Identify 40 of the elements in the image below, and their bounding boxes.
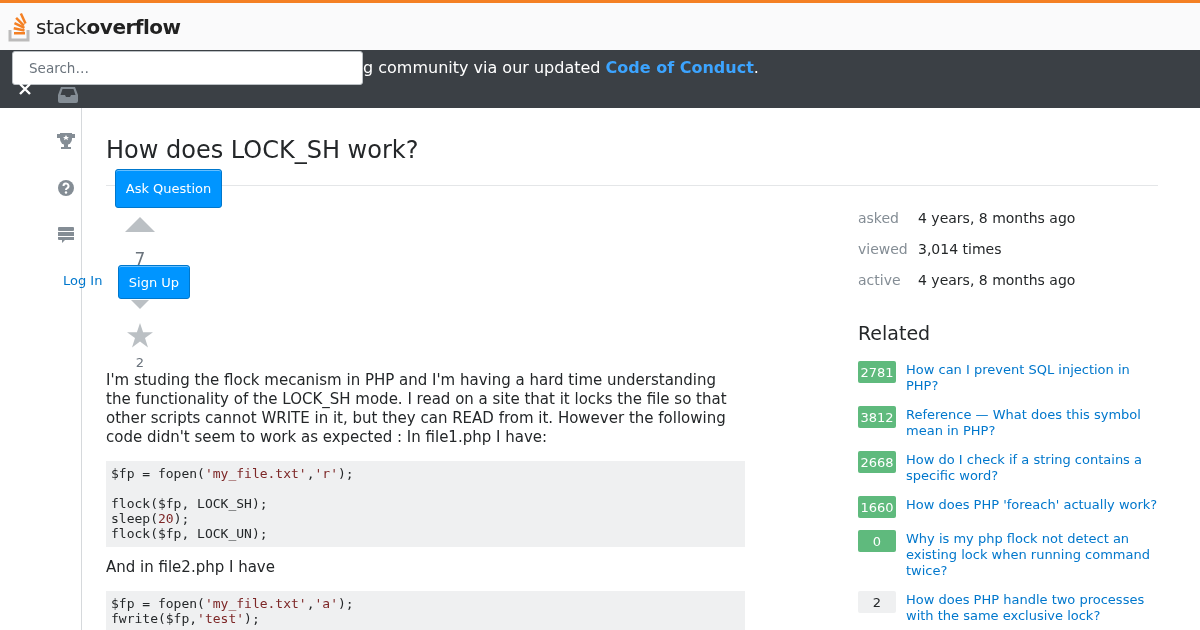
stat-label: viewed <box>858 241 909 258</box>
logo-icon <box>8 11 32 42</box>
upvote-icon[interactable] <box>125 217 155 232</box>
search-field[interactable]: Search… <box>12 51 363 85</box>
star-icon[interactable] <box>127 323 153 348</box>
sign-up-button[interactable]: Sign Up <box>118 265 190 299</box>
score-badge: 1660 <box>858 496 896 518</box>
chat-icon[interactable] <box>57 226 75 244</box>
related-question-link[interactable]: Reference — What does this symbol mean in PHP? <box>906 406 1158 439</box>
favorite-count: 2 <box>135 355 145 370</box>
question-title: How does LOCK_SH work? <box>106 136 420 164</box>
ask-question-button[interactable]: Ask Question <box>115 169 222 208</box>
related-question-link[interactable]: How does PHP handle two processes with the same exclusive lock? <box>906 591 1158 624</box>
post-paragraph: I'm studing the flock mecanism in PHP and I'm having a hard time understanding the functionality of the LOCK_SH mode. I read on a site that it locks the file so that other scripts cannot WRITE in it, but they can READ from it. However the following code didn't seem to work as expected : In file1.php I have: <box>106 371 728 447</box>
inbox-icon[interactable] <box>58 86 78 103</box>
stat-value: 4 years, 8 months ago <box>918 272 1076 289</box>
score-badge: 0 <box>858 530 896 552</box>
site-logo[interactable]: stackoverflow <box>36 14 181 39</box>
help-icon[interactable] <box>57 179 75 197</box>
score-badge: 3812 <box>858 406 896 428</box>
score-badge: 2781 <box>858 361 896 383</box>
code-block: $fp = fopen('my_file.txt','r'); flock($fp, LOCK_SH); sleep(20); flock($fp, LOCK_UN); <box>106 461 745 547</box>
stat-label: active <box>858 272 902 289</box>
related-question-link[interactable]: How do I check if a string contains a specific word? <box>906 451 1158 484</box>
related-question-link[interactable]: How does PHP 'foreach' actually work? <box>906 496 1158 518</box>
post-paragraph: And in file2.php I have <box>106 558 276 577</box>
score-badge: 2 <box>858 591 896 613</box>
close-icon[interactable] <box>18 82 32 96</box>
related-question-link[interactable]: Why is my php flock not detect an existing lock when running command twice? <box>906 530 1158 579</box>
trophy-icon[interactable] <box>57 132 75 150</box>
code-of-conduct-link[interactable]: Code of Conduct <box>605 58 754 77</box>
stat-label: asked <box>858 210 900 227</box>
score-badge: 2668 <box>858 451 896 473</box>
log-in-link[interactable]: Log In <box>63 273 103 288</box>
related-heading: Related <box>858 322 932 344</box>
stat-value: 3,014 times <box>918 241 1002 258</box>
stat-value: 4 years, 8 months ago <box>918 210 1076 227</box>
banner-message: g community via our updated Code of Conduct. <box>363 58 759 77</box>
code-block: $fp = fopen('my_file.txt','a'); fwrite($fp,'test'); <box>106 591 745 630</box>
related-question-link[interactable]: How can I prevent SQL injection in PHP? <box>906 361 1158 394</box>
